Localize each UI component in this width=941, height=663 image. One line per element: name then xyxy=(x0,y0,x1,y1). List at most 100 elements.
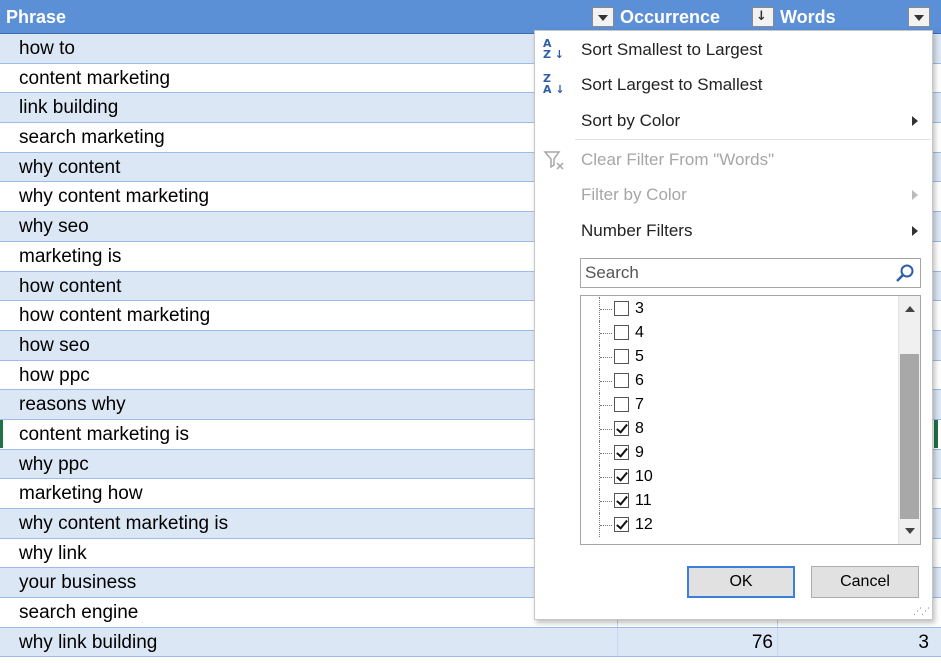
occurrence-filter-button[interactable]: ↓ xyxy=(752,7,774,27)
dropdown-arrow-icon xyxy=(914,15,924,21)
scroll-down-arrow-icon[interactable] xyxy=(905,528,915,534)
phrase-cell[interactable]: why link xyxy=(19,539,87,568)
header-occurrence[interactable]: Occurrence xyxy=(620,0,720,34)
tree-connector xyxy=(599,369,613,393)
filter-values-list[interactable]: 3 4 5 6 7 8 9 10 11 12 xyxy=(580,295,921,545)
filter-value-label: 10 xyxy=(635,468,653,485)
sort-descending-icon: ↓ xyxy=(756,9,767,24)
scroll-thumb[interactable] xyxy=(900,354,919,519)
menu-clear-filter[interactable]: Clear Filter From "Words" xyxy=(535,143,932,177)
phrase-filter-button[interactable] xyxy=(592,7,614,27)
filter-value-label: 5 xyxy=(635,348,644,365)
filter-value-label: 11 xyxy=(635,492,652,509)
resize-grip-icon[interactable]: ⋰⋰ xyxy=(913,608,930,617)
sort-z-a-icon: ZA ↓ xyxy=(543,72,565,96)
menu-number-filters[interactable]: Number Filters xyxy=(535,214,932,248)
filter-list-item[interactable]: 4 xyxy=(581,321,891,345)
cancel-button[interactable]: Cancel xyxy=(811,566,919,598)
filter-checkbox[interactable] xyxy=(614,373,629,388)
phrase-cell[interactable]: how to xyxy=(19,34,75,63)
menu-filter-by-color[interactable]: Filter by Color xyxy=(535,178,932,212)
filter-checkbox[interactable] xyxy=(614,445,629,460)
menu-label: Filter by Color xyxy=(581,185,687,204)
menu-label: Number Filters xyxy=(581,221,693,240)
filter-list-item[interactable]: 10 xyxy=(581,465,891,489)
phrase-cell[interactable]: how content marketing xyxy=(19,301,210,330)
filter-list-scrollbar[interactable] xyxy=(898,296,920,544)
tree-connector xyxy=(599,393,613,417)
filter-checkbox[interactable] xyxy=(614,301,629,316)
filter-value-label: 6 xyxy=(635,372,644,389)
phrase-cell[interactable]: your business xyxy=(19,568,136,597)
menu-sort-descending[interactable]: ZA ↓ Sort Largest to Smallest xyxy=(535,68,932,102)
active-cell-marker xyxy=(0,420,3,448)
phrase-cell[interactable]: content marketing is xyxy=(19,420,189,449)
phrase-cell[interactable]: search engine xyxy=(19,598,138,627)
header-phrase[interactable]: Phrase xyxy=(6,0,66,34)
submenu-arrow-icon xyxy=(912,190,918,200)
phrase-cell[interactable]: reasons why xyxy=(19,390,126,419)
occurrence-cell[interactable]: 76 xyxy=(752,628,773,657)
filter-checkbox[interactable] xyxy=(614,493,629,508)
phrase-cell[interactable]: how content xyxy=(19,272,121,301)
search-icon xyxy=(896,264,914,282)
tree-connector xyxy=(599,345,613,369)
words-cell[interactable]: 3 xyxy=(918,628,929,657)
phrase-cell[interactable]: why seo xyxy=(19,212,89,241)
filter-value-label: 3 xyxy=(635,300,644,317)
phrase-cell[interactable]: content marketing xyxy=(19,64,170,93)
phrase-cell[interactable]: how ppc xyxy=(19,361,90,390)
phrase-cell[interactable]: why content xyxy=(19,153,120,182)
scroll-up-arrow-icon[interactable] xyxy=(905,306,915,312)
filter-checkbox[interactable] xyxy=(614,469,629,484)
words-filter-button[interactable] xyxy=(908,7,930,27)
filter-value-label: 8 xyxy=(635,420,644,437)
column-divider xyxy=(617,627,618,657)
phrase-cell[interactable]: why ppc xyxy=(19,450,89,479)
tree-connector xyxy=(599,513,613,537)
phrase-cell[interactable]: link building xyxy=(19,93,118,122)
filter-list-item[interactable]: 9 xyxy=(581,441,891,465)
menu-sort-ascending[interactable]: AZ ↓ Sort Smallest to Largest xyxy=(535,33,932,67)
phrase-cell[interactable]: why content marketing is xyxy=(19,509,228,538)
filter-list-item[interactable]: 12 xyxy=(581,513,891,537)
filter-list-item[interactable]: 3 xyxy=(581,297,891,321)
menu-label: Sort Smallest to Largest xyxy=(581,40,763,59)
filter-value-label: 12 xyxy=(635,516,653,533)
ok-button[interactable]: OK xyxy=(687,566,795,598)
filter-value-label: 7 xyxy=(635,396,644,413)
filter-list-item[interactable]: 11 xyxy=(581,489,891,513)
active-cell-marker-right xyxy=(934,420,938,448)
search-placeholder: Search xyxy=(585,263,639,282)
clear-filter-icon xyxy=(543,148,569,174)
tree-connector xyxy=(599,441,613,465)
filter-value-label: 9 xyxy=(635,444,644,461)
filter-checkbox[interactable] xyxy=(614,397,629,412)
table-header-row: Phrase Occurrence ↓ Words xyxy=(0,0,941,34)
submenu-arrow-icon xyxy=(912,226,918,236)
submenu-arrow-icon xyxy=(912,116,918,126)
phrase-cell[interactable]: how seo xyxy=(19,331,90,360)
phrase-cell[interactable]: why content marketing xyxy=(19,182,209,211)
phrase-cell[interactable]: why link building xyxy=(19,628,157,657)
filter-search-input[interactable]: Search xyxy=(580,258,921,288)
tree-connector xyxy=(599,489,613,513)
filter-checkbox[interactable] xyxy=(614,517,629,532)
filter-list-item[interactable]: 8 xyxy=(581,417,891,441)
tree-connector xyxy=(599,417,613,441)
phrase-cell[interactable]: marketing how xyxy=(19,479,143,508)
filter-list-item[interactable]: 6 xyxy=(581,369,891,393)
menu-divider xyxy=(575,139,931,140)
table-row[interactable]: why link building 76 3 xyxy=(0,627,941,658)
tree-connector xyxy=(599,465,613,489)
filter-list-item[interactable]: 5 xyxy=(581,345,891,369)
filter-checkbox[interactable] xyxy=(614,421,629,436)
filter-list-item[interactable]: 7 xyxy=(581,393,891,417)
filter-checkbox[interactable] xyxy=(614,349,629,364)
column-divider xyxy=(777,627,778,657)
header-words[interactable]: Words xyxy=(780,0,836,34)
menu-sort-by-color[interactable]: Sort by Color xyxy=(535,104,932,138)
phrase-cell[interactable]: marketing is xyxy=(19,242,121,271)
phrase-cell[interactable]: search marketing xyxy=(19,123,165,152)
filter-checkbox[interactable] xyxy=(614,325,629,340)
